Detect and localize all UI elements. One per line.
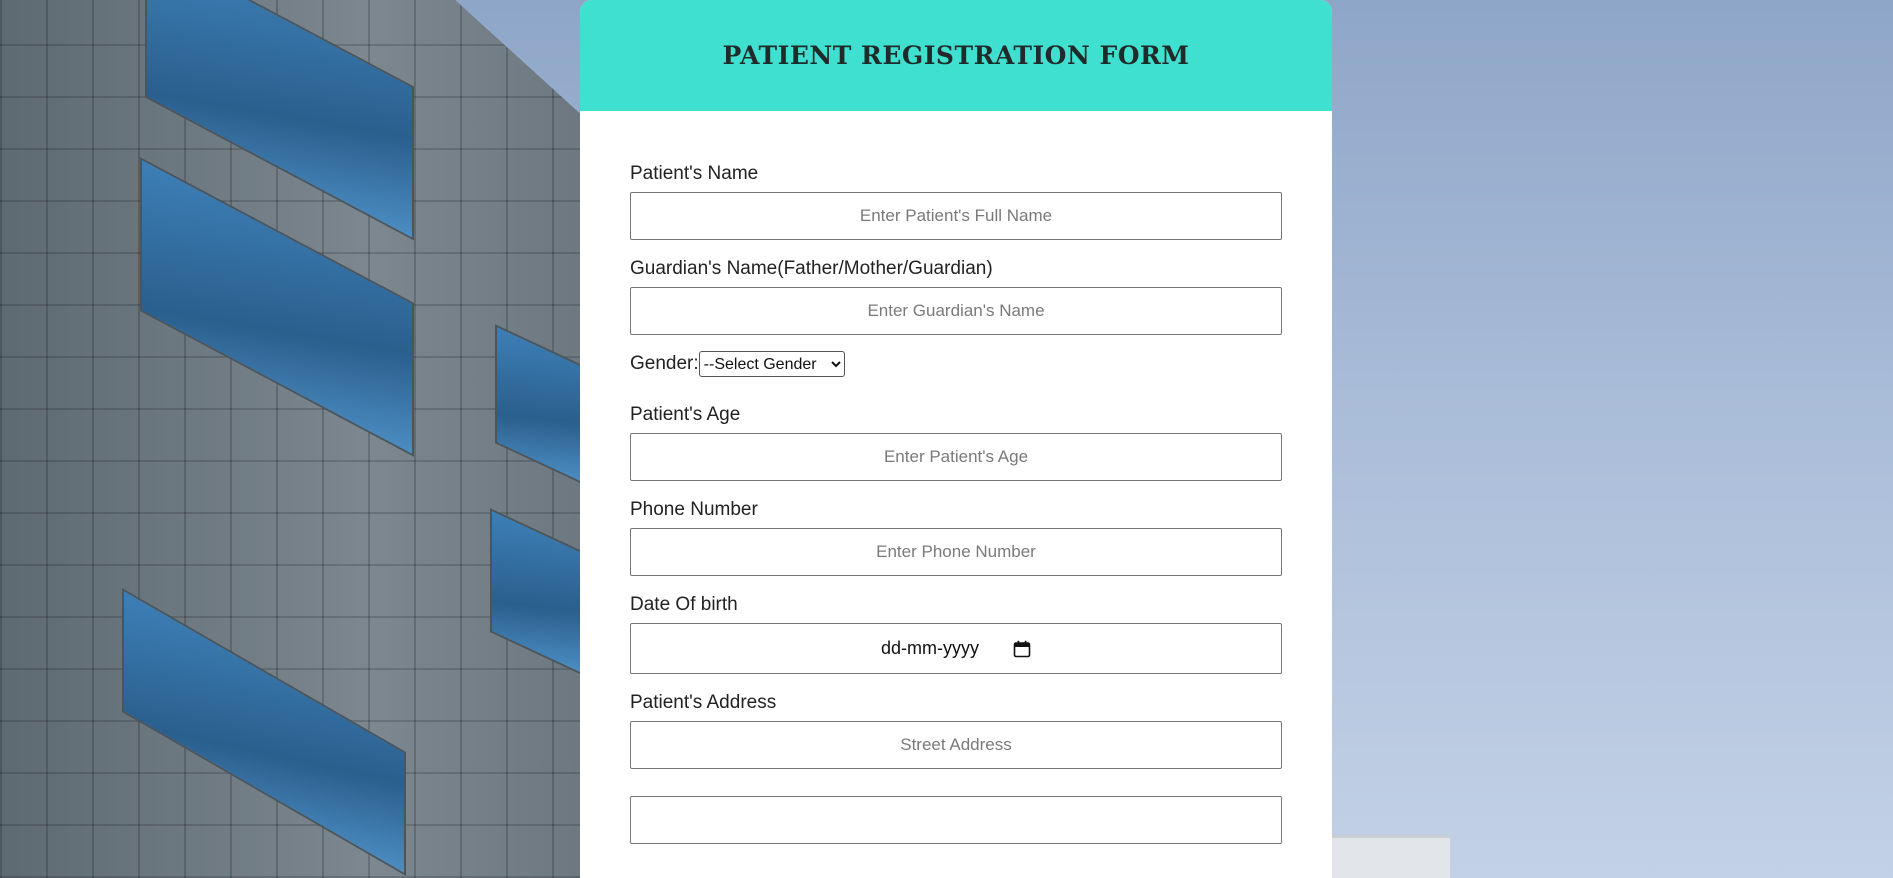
phone-number-field: Phone Number: [630, 499, 1282, 576]
guardian-name-field: Guardian's Name(Father/Mother/Guardian): [630, 258, 1282, 335]
guardian-name-input[interactable]: [630, 287, 1282, 335]
address-line-2-input[interactable]: [630, 796, 1282, 844]
date-of-birth-value: dd-mm-yyyy: [881, 638, 979, 658]
form-title: PATIENT REGISTRATION FORM: [722, 41, 1190, 70]
patient-name-label: Patient's Name: [630, 163, 759, 184]
registration-form: Patient's Name Guardian's Name(Father/Mo…: [580, 111, 1332, 844]
calendar-icon[interactable]: [1013, 640, 1031, 658]
patient-name-field: Patient's Name: [630, 163, 1282, 240]
patient-age-input[interactable]: [630, 433, 1282, 481]
patient-name-input[interactable]: [630, 192, 1282, 240]
date-of-birth-input[interactable]: dd-mm-yyyy: [630, 623, 1282, 674]
form-header: PATIENT REGISTRATION FORM: [580, 0, 1332, 111]
gender-label: Gender:: [630, 353, 699, 374]
patient-address-field: Patient's Address: [630, 692, 1282, 844]
registration-card: PATIENT REGISTRATION FORM Patient's Name…: [580, 0, 1332, 878]
patient-address-label: Patient's Address: [630, 692, 777, 713]
gender-field: Gender: --Select Gender: [630, 351, 1282, 377]
date-of-birth-field: Date Of birth dd-mm-yyyy: [630, 594, 1282, 674]
street-address-input[interactable]: [630, 721, 1282, 769]
gender-select[interactable]: --Select Gender: [698, 351, 845, 377]
phone-number-input[interactable]: [630, 528, 1282, 576]
guardian-name-label: Guardian's Name(Father/Mother/Guardian): [630, 258, 993, 279]
patient-age-field: Patient's Age: [630, 404, 1282, 481]
date-of-birth-label: Date Of birth: [630, 594, 738, 615]
phone-number-label: Phone Number: [630, 499, 758, 520]
patient-age-label: Patient's Age: [630, 404, 741, 425]
